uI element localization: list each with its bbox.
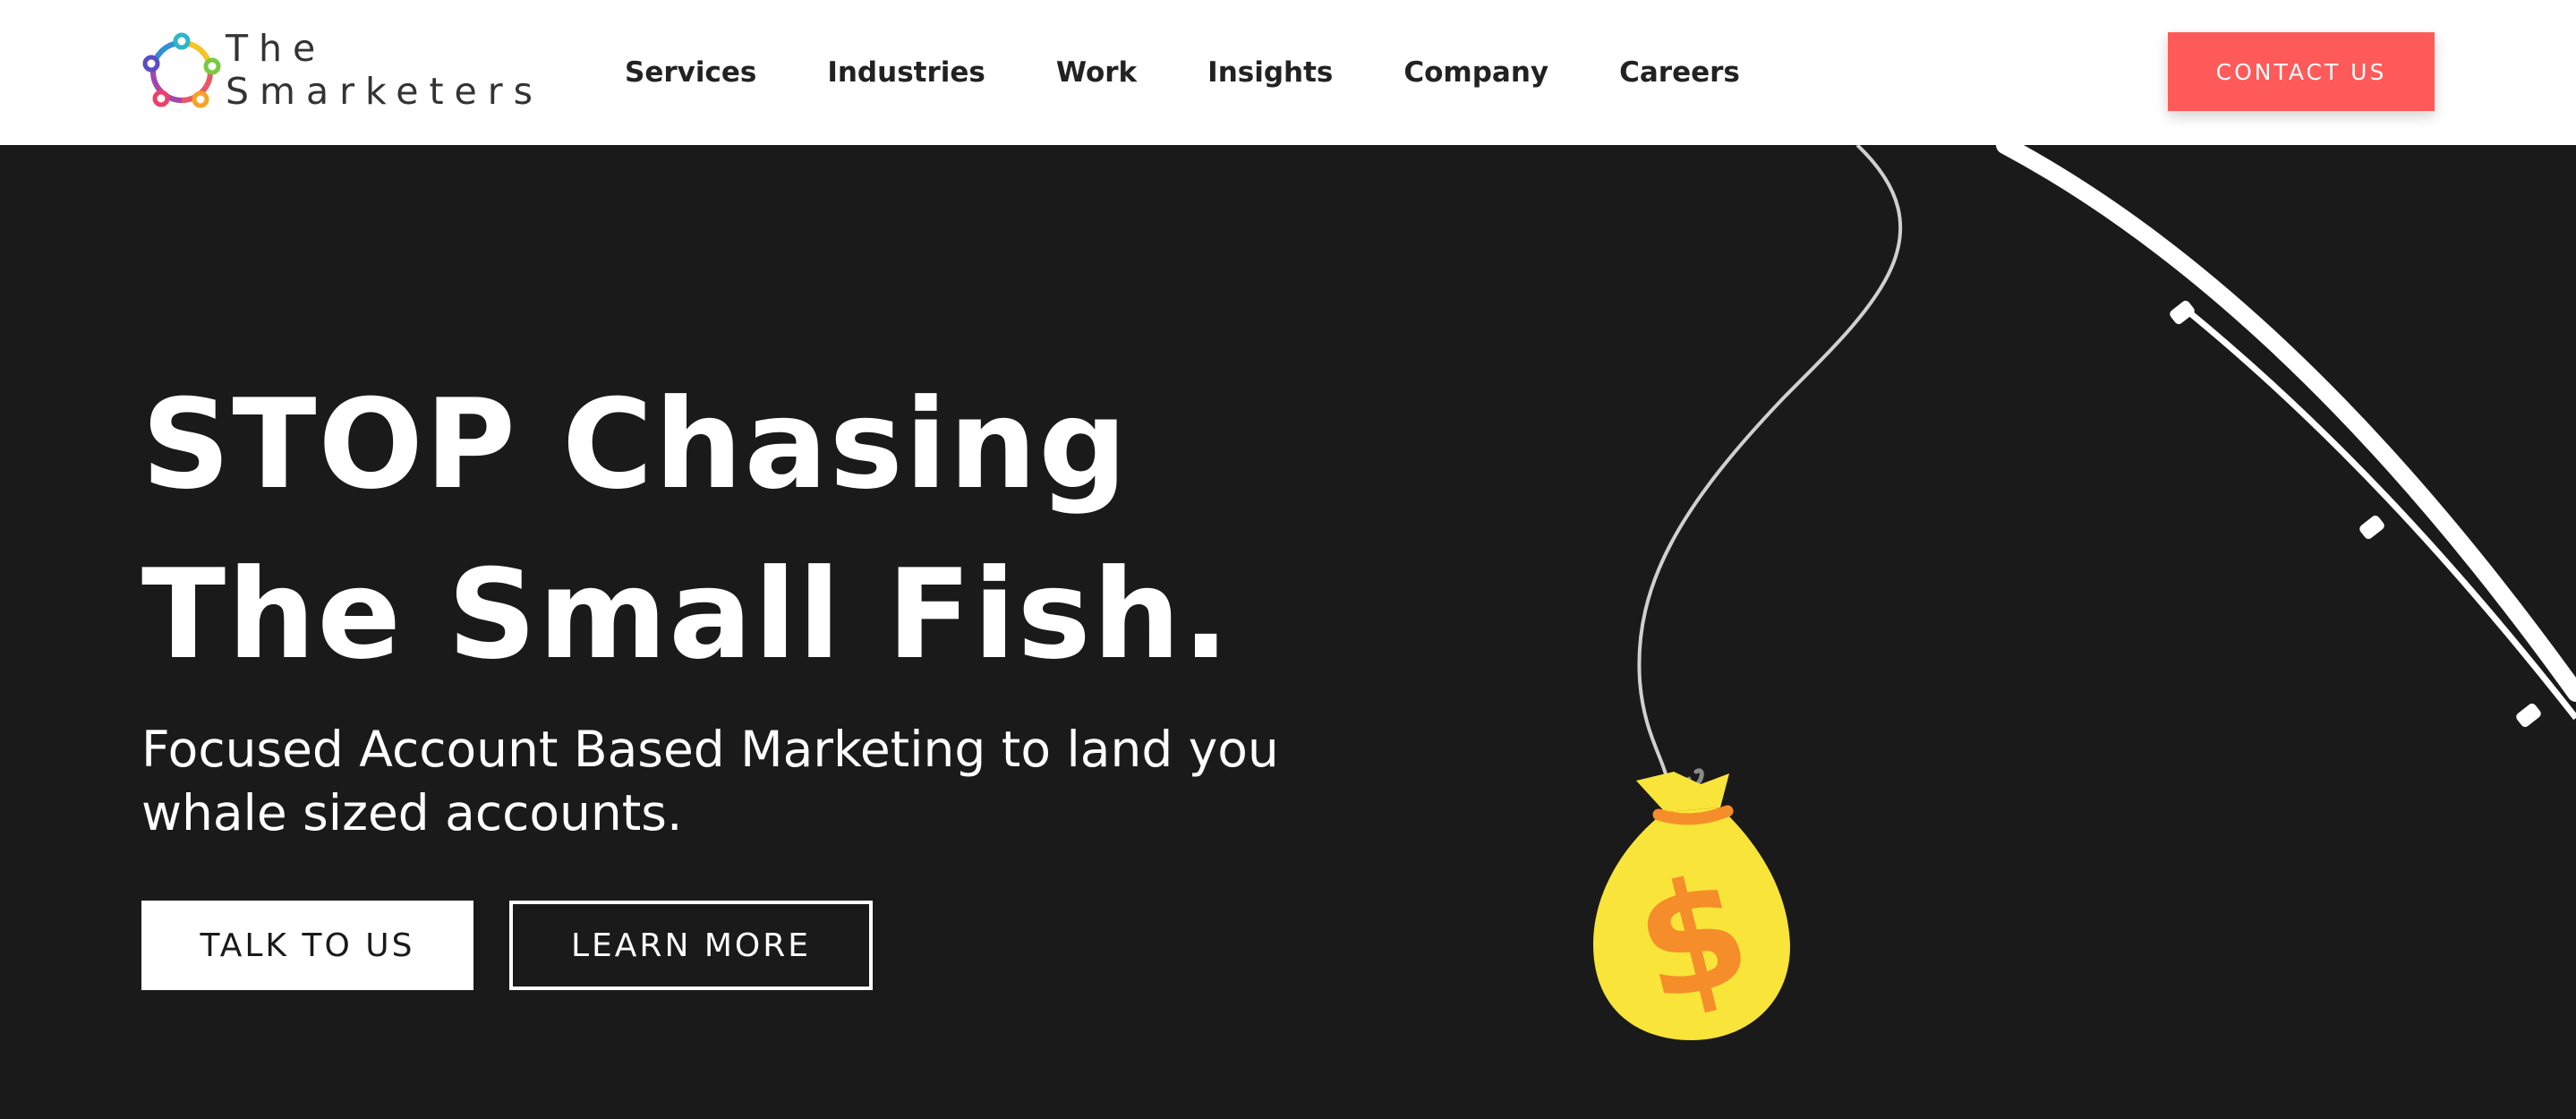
nav-item-work[interactable]: Work: [1056, 52, 1137, 93]
hero-section: $ STOP Chasing The Small Fish. Focused A…: [0, 145, 2576, 1119]
logo-line-1: The: [226, 27, 327, 70]
nav-item-insights[interactable]: Insights: [1207, 52, 1333, 93]
logo-mark-icon: [142, 32, 221, 108]
learn-more-button[interactable]: LEARN MORE: [509, 901, 873, 990]
site-header: The Smarketers Services Industries Work …: [0, 0, 2576, 145]
logo[interactable]: The Smarketers: [141, 27, 535, 116]
logo-line-2: Smarketers: [226, 70, 543, 113]
money-bag-icon: $: [1593, 772, 1790, 1040]
logo-wordmark: The Smarketers: [226, 27, 543, 113]
fishing-rod-icon: [1996, 145, 2576, 728]
fishing-line-icon: [1637, 145, 1903, 817]
contact-us-button[interactable]: CONTACT US: [2168, 32, 2435, 111]
nav-item-company[interactable]: Company: [1403, 52, 1548, 93]
talk-to-us-button[interactable]: TALK TO US: [141, 901, 473, 990]
nav-item-careers[interactable]: Careers: [1619, 52, 1740, 93]
hero-subtitle: Focused Account Based Marketing to land …: [141, 721, 1279, 841]
main-nav: Services Industries Work Insights Compan…: [625, 52, 1811, 93]
hero-headline: STOP Chasing The Small Fish.: [141, 360, 1231, 700]
hero-headline-line-1: STOP Chasing: [141, 372, 1130, 517]
nav-item-services[interactable]: Services: [625, 52, 756, 93]
hero-headline-line-2: The Small Fish.: [141, 542, 1232, 687]
nav-item-industries[interactable]: Industries: [827, 52, 985, 93]
